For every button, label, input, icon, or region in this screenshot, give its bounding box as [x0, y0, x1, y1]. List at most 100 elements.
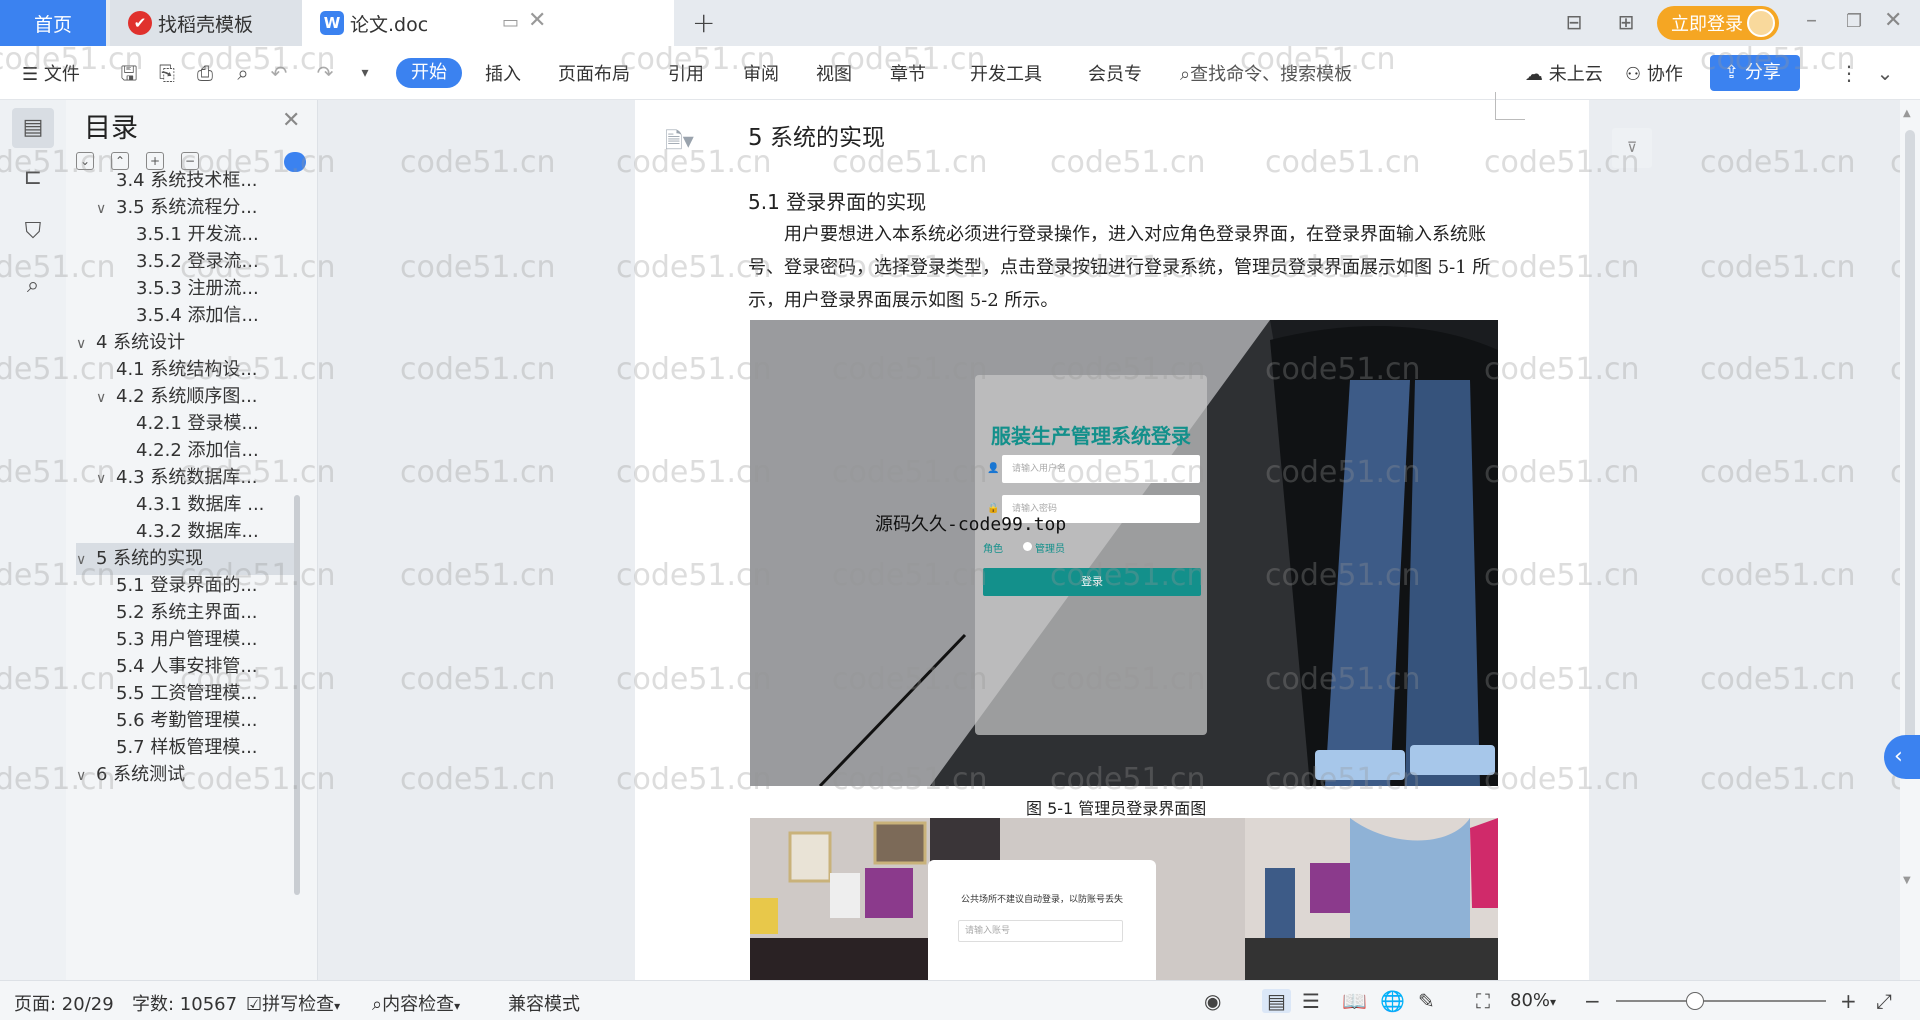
chevron-down-icon[interactable]: ∨: [96, 463, 116, 495]
ribbon-tab-insert[interactable]: 插入: [485, 60, 521, 86]
close-icon[interactable]: ✕: [282, 108, 300, 133]
scroll-down-icon[interactable]: ▼: [1903, 875, 1911, 886]
watermark: code51.cn: [400, 145, 556, 180]
eye-protection-icon[interactable]: ◉: [1204, 989, 1221, 1013]
chevron-down-icon[interactable]: ∨: [96, 382, 116, 414]
undo-icon[interactable]: ↶: [266, 60, 292, 86]
chapter-nav-icon[interactable]: ⊏: [12, 158, 54, 198]
spell-check[interactable]: ☑拼写检查▾: [246, 990, 340, 1016]
vertical-scrollbar[interactable]: ▲ ▼: [1900, 100, 1920, 980]
page-indicator[interactable]: 页面: 20/29: [14, 990, 114, 1016]
smart-toc-toggle[interactable]: [284, 152, 306, 172]
file-menu[interactable]: ☰ 文件: [22, 60, 80, 86]
more-icon[interactable]: ⋮: [1836, 60, 1862, 86]
expand-all-icon[interactable]: ⌄: [76, 152, 94, 170]
toc-scrollbar[interactable]: [294, 495, 300, 895]
fit-page-icon[interactable]: ⛶: [1476, 989, 1490, 1013]
toc-item-label: 4.2 系统顺序图...: [116, 386, 258, 407]
zoom-slider[interactable]: [1616, 1000, 1826, 1002]
chevron-down-icon[interactable]: ∨: [76, 328, 96, 360]
scroll-thumb[interactable]: [1905, 130, 1915, 740]
toc-panel-icon[interactable]: ▤: [12, 108, 54, 148]
spell-check-icon: ☑: [246, 994, 263, 1015]
ribbon-tab-section[interactable]: 章节: [890, 60, 926, 86]
ribbon-tab-review[interactable]: 审阅: [743, 60, 779, 86]
command-search-placeholder: 查找命令、搜索模板: [1190, 64, 1353, 85]
toc-item-label: 5.2 系统主界面...: [116, 602, 258, 623]
toc-item-label: 3.4 系统技术框...: [116, 170, 258, 191]
tab-document[interactable]: W 论文.doc ▭ ✕: [302, 0, 674, 46]
side-collapse-icon[interactable]: ‹: [1884, 735, 1920, 779]
zoom-slider-thumb[interactable]: [1686, 992, 1704, 1010]
save-icon[interactable]: 🖫: [116, 60, 142, 86]
watermark: code51.cn: [400, 250, 556, 285]
toc-item-label: 5 系统的实现: [96, 548, 204, 569]
login-button[interactable]: 立即登录: [1657, 6, 1779, 40]
toc-item[interactable]: ∨ 6 系统测试: [76, 759, 185, 791]
chevron-down-icon[interactable]: ∨: [76, 544, 96, 576]
share-button[interactable]: ⇪ 分享: [1710, 55, 1800, 91]
toc-item-label: 3.5.2 登录流...: [136, 251, 259, 272]
toc-item-label: 4.3 系统数据库...: [116, 467, 258, 488]
page-view-icon[interactable]: 🗎▾: [665, 124, 694, 162]
find-icon[interactable]: ⌕: [12, 266, 54, 306]
overlay-source-text: 源码久久-code99.top: [875, 514, 1067, 535]
chevron-down-icon[interactable]: ∨: [76, 760, 96, 792]
print-preview-icon[interactable]: ⌕: [230, 60, 256, 86]
account-input[interactable]: 请输入账号: [958, 920, 1123, 942]
ribbon-tab-layout[interactable]: 页面布局: [558, 60, 630, 86]
zoom-out-icon[interactable]: −: [1584, 989, 1601, 1013]
chevron-down-icon[interactable]: ∨: [96, 193, 116, 225]
zoom-level-value: 80%: [1510, 990, 1551, 1011]
tab-templates[interactable]: ✔ 找稻壳模板: [110, 0, 302, 46]
export-pdf-icon[interactable]: ⎘: [154, 60, 180, 86]
outline-view-icon[interactable]: ☰: [1302, 989, 1320, 1013]
content-check-icon: ⌕: [372, 994, 383, 1015]
heading-5-1: 5.1 登录界面的实现: [748, 190, 927, 214]
close-window-icon[interactable]: ✕: [1884, 8, 1902, 33]
ribbon-tab-developer[interactable]: 开发工具: [970, 60, 1042, 86]
ribbon-tab-start[interactable]: 开始: [396, 58, 462, 88]
quick-access-dropdown-icon[interactable]: ▾: [352, 60, 378, 86]
username-input[interactable]: 请输入用户名: [1002, 455, 1200, 483]
zoom-in-icon[interactable]: +: [1840, 989, 1857, 1013]
margin-corner-mark: [1495, 92, 1525, 120]
comment-panel-icon[interactable]: ⊽: [1612, 128, 1652, 168]
fullscreen-icon[interactable]: ⤢: [1876, 989, 1892, 1013]
layout-icon[interactable]: ⊟: [1560, 10, 1588, 36]
collaborate-button[interactable]: ⚇ 协作: [1625, 60, 1683, 86]
spell-check-label: 拼写检查: [262, 994, 335, 1015]
ribbon-tab-view[interactable]: 视图: [816, 60, 852, 86]
content-check[interactable]: ⌕内容检查▾: [372, 990, 460, 1016]
web-view-icon[interactable]: 🌐: [1380, 989, 1405, 1013]
ribbon-tab-member[interactable]: 会员专: [1088, 60, 1142, 86]
cloud-status[interactable]: ☁ 未上云: [1525, 60, 1603, 86]
file-menu-label: 文件: [43, 64, 80, 85]
write-mode-icon[interactable]: ✎: [1418, 989, 1435, 1013]
word-count[interactable]: 字数: 10567: [132, 990, 237, 1016]
collapse-ribbon-icon[interactable]: ⌄: [1872, 60, 1898, 86]
tab-home[interactable]: 首页: [0, 0, 106, 46]
hamburger-icon: ☰: [22, 64, 39, 85]
toc-item-label: 4.2.2 添加信...: [136, 440, 259, 461]
scroll-up-icon[interactable]: ▲: [1903, 108, 1911, 119]
new-tab-icon[interactable]: +: [692, 6, 715, 39]
login-submit-button[interactable]: 登录: [983, 568, 1201, 596]
apps-grid-icon[interactable]: ⊞: [1612, 10, 1640, 36]
bookmark-icon[interactable]: ⛉: [12, 212, 54, 252]
toc-panel: 目录 ✕ ⌄ ⌃ + − 3.4 系统技术框... ∨ 3.5 系统流程分... 3.…: [66, 100, 318, 980]
ribbon-tab-references[interactable]: 引用: [668, 60, 704, 86]
page-view-mode-icon[interactable]: ▤: [1262, 989, 1291, 1013]
print-icon[interactable]: ⎙: [192, 60, 218, 86]
watermark: code51.cn: [1700, 352, 1856, 387]
role-radio[interactable]: [1023, 542, 1032, 551]
command-search[interactable]: ⌕查找命令、搜索模板: [1180, 60, 1352, 86]
close-tab-icon[interactable]: ✕: [528, 8, 546, 33]
redo-icon[interactable]: ↷: [312, 60, 338, 86]
minimize-icon[interactable]: –: [1806, 8, 1817, 33]
restore-icon[interactable]: ❐: [1846, 11, 1862, 32]
float-window-icon[interactable]: ▭: [502, 12, 519, 33]
reading-view-icon[interactable]: 📖: [1342, 989, 1367, 1013]
zoom-dropdown-icon: ▾: [1550, 995, 1557, 1009]
zoom-level[interactable]: 80%▾: [1510, 990, 1556, 1011]
